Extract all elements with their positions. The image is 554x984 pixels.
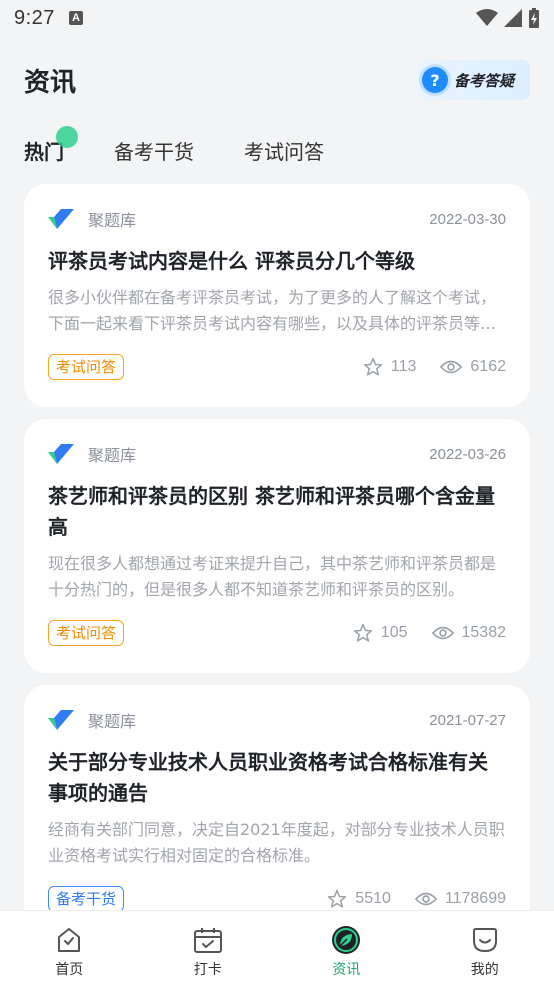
tab-hot[interactable]: 热门	[24, 125, 78, 165]
eye-icon	[414, 892, 437, 906]
article-summary: 现在很多人都想通过考证来提升自己，其中茶艺师和评茶员都是十分热门的，但是很多人都…	[48, 554, 497, 599]
star-icon	[328, 889, 347, 908]
nav-news[interactable]: 资讯	[277, 911, 416, 984]
star-icon	[363, 357, 382, 376]
article-tag[interactable]: 考试问答	[48, 354, 125, 380]
category-tabs: 热门 备考干货 考试问答	[24, 125, 374, 170]
calendar-check-icon	[193, 925, 223, 955]
article-summary: 经商有关部门同意，决定自2021年度起，对部分专业技术人员职业资格考试实行相对固…	[48, 820, 505, 865]
status-indicators	[476, 8, 540, 28]
tab-active-indicator	[56, 125, 78, 148]
article-card[interactable]: 聚题库 2021-07-27 关于部分专业技术人员职业资格考试合格标准有关事项的…	[24, 685, 530, 939]
tab-exam-qa[interactable]: 考试问答	[244, 136, 324, 165]
wifi-icon	[476, 9, 498, 26]
nav-label: 资讯	[332, 962, 361, 978]
nav-profile[interactable]: 我的	[416, 911, 554, 984]
view-count-value: 15382	[461, 624, 507, 641]
exam-qa-label: 备考答疑	[454, 71, 515, 90]
article-date: 2022-03-30	[429, 210, 506, 228]
battery-icon	[529, 8, 539, 28]
nav-label: 我的	[470, 962, 499, 978]
nav-label: 首页	[55, 962, 84, 978]
status-time: 9:27	[14, 6, 55, 29]
view-count: 15382	[431, 624, 507, 642]
article-source: 聚题库	[88, 446, 137, 465]
star-icon	[353, 623, 372, 642]
article-tag[interactable]: 考试问答	[48, 620, 125, 646]
article-summary: 很多小伙伴都在备考评茶员考试，为了更多的人了解这个考试，下面一起来看下评茶员考试…	[48, 288, 497, 333]
like-count[interactable]: 113	[363, 357, 417, 377]
profile-icon	[470, 925, 500, 955]
notification-icon: A	[68, 11, 83, 25]
nav-checkin[interactable]: 打卡	[139, 911, 278, 984]
source-logo-icon	[48, 209, 74, 229]
exam-qa-button[interactable]: ? 备考答疑	[418, 60, 530, 100]
tab-label: 考试问答	[244, 139, 324, 164]
page-title: 资讯	[24, 67, 77, 98]
bottom-navigation: 首页 打卡 资讯 我的	[0, 910, 554, 984]
source-logo-icon	[48, 710, 74, 730]
like-count-value: 5510	[355, 890, 391, 907]
article-feed: 聚题库 2022-03-30 评茶员考试内容是什么 评茶员分几个等级 很多小伙伴…	[24, 184, 530, 951]
nav-home[interactable]: 首页	[0, 911, 139, 984]
article-card[interactable]: 聚题库 2022-03-30 评茶员考试内容是什么 评茶员分几个等级 很多小伙伴…	[24, 184, 530, 407]
article-source: 聚题库	[88, 712, 137, 731]
signal-icon	[504, 9, 522, 27]
eye-icon	[431, 626, 454, 640]
home-icon	[54, 925, 84, 955]
source-logo-icon	[48, 444, 74, 464]
like-count[interactable]: 105	[353, 623, 408, 643]
article-date: 2021-07-27	[429, 711, 506, 729]
tab-label: 备考干货	[114, 139, 194, 164]
article-title[interactable]: 评茶员考试内容是什么 评茶员分几个等级	[48, 246, 506, 277]
view-count: 1178699	[414, 890, 506, 908]
article-tag[interactable]: 备考干货	[48, 886, 125, 912]
like-count-value: 113	[390, 358, 417, 375]
view-count: 6162	[440, 358, 506, 376]
article-source: 聚题库	[88, 211, 137, 230]
article-title[interactable]: 茶艺师和评茶员的区别 茶艺师和评茶员哪个含金量高	[48, 481, 506, 543]
article-date: 2022-03-26	[429, 445, 506, 463]
like-count[interactable]: 5510	[327, 889, 391, 909]
view-count-value: 6162	[470, 358, 506, 375]
like-count-value: 105	[380, 624, 408, 641]
tab-study-tips[interactable]: 备考干货	[114, 136, 194, 165]
page-header: 资讯 ? 备考答疑	[24, 58, 530, 102]
question-bubble-icon: ?	[422, 67, 448, 93]
nav-label: 打卡	[193, 962, 222, 978]
leaf-icon	[331, 925, 361, 955]
article-title[interactable]: 关于部分专业技术人员职业资格考试合格标准有关事项的通告	[48, 747, 506, 809]
view-count-value: 1178699	[444, 890, 506, 907]
eye-icon	[440, 360, 463, 374]
status-bar: 9:27 A	[0, 0, 554, 36]
article-card[interactable]: 聚题库 2022-03-26 茶艺师和评茶员的区别 茶艺师和评茶员哪个含金量高 …	[24, 419, 530, 673]
